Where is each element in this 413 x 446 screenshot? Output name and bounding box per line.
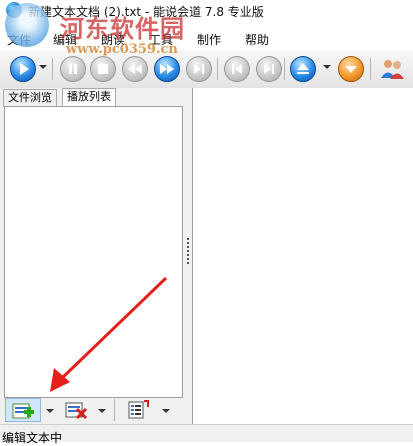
download-button[interactable] <box>338 56 364 82</box>
menu-make[interactable]: 制作 <box>197 31 221 48</box>
add-to-list-icon <box>12 403 34 419</box>
play-icon <box>20 63 29 75</box>
watermark-title: 河东软件园 <box>60 14 185 43</box>
toolbar-separator <box>114 399 115 421</box>
remove-from-list-icon <box>65 402 88 420</box>
toolbar-separator <box>370 58 371 80</box>
next-icon <box>264 64 274 74</box>
rewind-icon <box>128 64 142 74</box>
text-editor-area[interactable] <box>192 88 413 424</box>
watermark-url: www.pc0359.cn <box>66 42 178 57</box>
status-bar: 编辑文本中 <box>0 424 413 445</box>
remove-dropdown-caret[interactable] <box>98 409 106 413</box>
remove-from-list-button[interactable] <box>62 398 92 422</box>
options-dropdown-caret[interactable] <box>162 409 170 413</box>
playlist-options-icon <box>128 400 149 419</box>
play-button[interactable] <box>10 56 36 82</box>
tab-file-browser[interactable]: 文件浏览 <box>3 89 57 107</box>
playlist-list[interactable] <box>4 106 183 398</box>
playlist-toolbar <box>4 398 182 422</box>
add-dropdown-caret[interactable] <box>46 409 54 413</box>
watermark-logo <box>5 3 49 47</box>
tab-playlist[interactable]: 播放列表 <box>62 88 116 108</box>
stop-button[interactable] <box>90 56 116 82</box>
skip-end-button[interactable] <box>186 56 212 82</box>
stop-icon <box>98 64 108 74</box>
eject-icon <box>297 63 309 74</box>
users-icon <box>381 60 404 79</box>
pause-icon <box>69 64 77 74</box>
toolbar-separator <box>217 58 218 80</box>
download-icon <box>345 66 357 73</box>
add-to-list-button[interactable] <box>5 398 41 422</box>
menu-help[interactable]: 帮助 <box>245 31 269 48</box>
play-dropdown-caret[interactable] <box>39 65 47 69</box>
playlist-options-button[interactable] <box>124 398 154 422</box>
skip-end-icon <box>194 64 204 74</box>
rewind-button[interactable] <box>122 56 148 82</box>
splitter-grip[interactable] <box>187 238 189 266</box>
main-toolbar <box>0 50 413 89</box>
status-text: 编辑文本中 <box>2 431 63 445</box>
toolbar-separator <box>52 58 53 80</box>
previous-button[interactable] <box>224 56 250 82</box>
eject-dropdown-caret[interactable] <box>323 65 331 69</box>
next-button[interactable] <box>256 56 282 82</box>
previous-icon <box>232 64 242 74</box>
users-button[interactable] <box>378 56 406 80</box>
pause-button[interactable] <box>60 56 86 82</box>
toolbar-separator <box>284 58 285 80</box>
fast-forward-button[interactable] <box>154 56 180 82</box>
fast-forward-icon <box>160 64 174 74</box>
eject-button[interactable] <box>290 56 316 82</box>
